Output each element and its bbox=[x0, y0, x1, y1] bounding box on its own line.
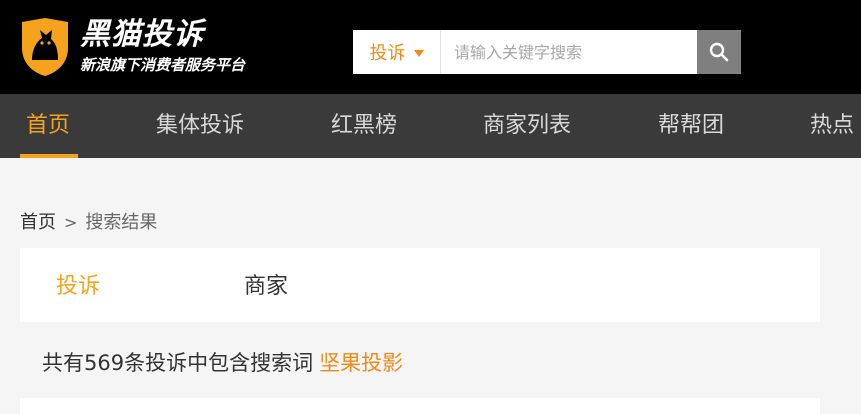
nav-item-home[interactable]: 首页 bbox=[26, 94, 70, 158]
site-logo[interactable]: 黑猫投诉 新浪旗下消费者服务平台 bbox=[18, 16, 298, 82]
nav-item-merchant-list[interactable]: 商家列表 bbox=[483, 94, 571, 158]
search-keyword: 坚果投影 bbox=[319, 351, 404, 375]
breadcrumb-home[interactable]: 首页 bbox=[20, 212, 56, 233]
logo-title: 黑猫投诉 bbox=[80, 17, 204, 52]
breadcrumb-separator: > bbox=[64, 213, 78, 232]
search-type-label: 投诉 bbox=[369, 43, 406, 64]
search-button[interactable] bbox=[697, 30, 741, 74]
main-nav: 首页 集体投诉 红黑榜 商家列表 帮帮团 热点 bbox=[0, 94, 861, 158]
breadcrumb-current: 搜索结果 bbox=[85, 212, 158, 233]
cat-shield-icon bbox=[22, 18, 68, 76]
result-tabs: 投诉 商家 bbox=[20, 248, 820, 322]
search-bar: 投诉 bbox=[353, 30, 741, 74]
search-icon bbox=[709, 42, 729, 62]
result-card bbox=[20, 398, 820, 414]
result-summary: 共有569条投诉中包含搜索词 坚果投影 bbox=[42, 347, 403, 377]
nav-active-indicator bbox=[20, 154, 78, 158]
tab-complaints[interactable]: 投诉 bbox=[56, 248, 100, 322]
result-count-text: 共有569条投诉中包含搜索词 bbox=[42, 351, 314, 375]
nav-item-hot[interactable]: 热点 bbox=[810, 94, 854, 158]
nav-item-rankings[interactable]: 红黑榜 bbox=[331, 94, 397, 158]
logo-subtitle: 新浪旗下消费者服务平台 bbox=[80, 56, 246, 74]
top-header: 黑猫投诉 新浪旗下消费者服务平台 投诉 bbox=[0, 0, 861, 94]
search-type-select[interactable]: 投诉 bbox=[353, 30, 441, 74]
nav-item-group-complaints[interactable]: 集体投诉 bbox=[156, 94, 244, 158]
nav-item-help-group[interactable]: 帮帮团 bbox=[658, 94, 724, 158]
breadcrumb: 首页 > 搜索结果 bbox=[20, 208, 157, 234]
tab-merchants[interactable]: 商家 bbox=[244, 248, 288, 322]
search-input[interactable] bbox=[442, 30, 696, 74]
caret-down-icon bbox=[413, 49, 424, 57]
